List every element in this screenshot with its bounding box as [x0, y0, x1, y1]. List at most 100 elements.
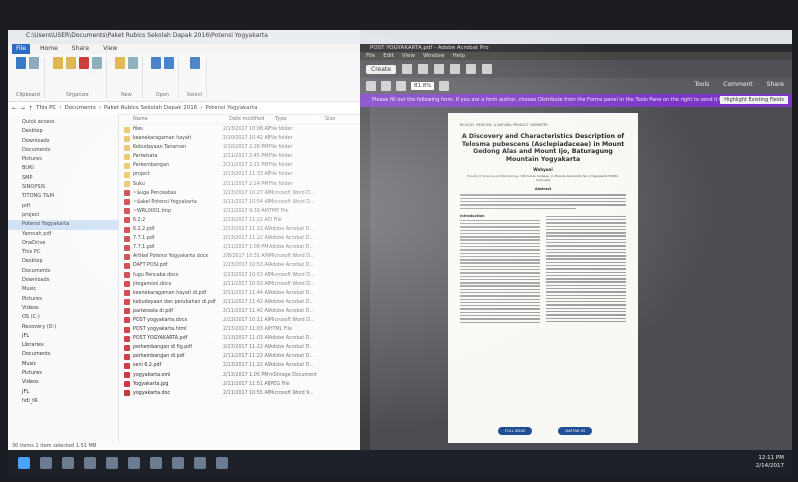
sidebar-item[interactable]: JFL: [8, 332, 118, 341]
sidebar-item[interactable]: BUKI: [8, 164, 118, 173]
breadcrumb-this-pc[interactable]: This PC: [36, 105, 56, 111]
file-row[interactable]: 6.2.2.pdf 2/13/2017 11:22 AM Adobe Acrobat…: [123, 225, 360, 234]
file-row[interactable]: 7.7.1.pdf 2/13/2017 11:22 AM Adobe Acrobat…: [123, 234, 360, 243]
file-explorer-icon[interactable]: [106, 457, 118, 469]
file-row[interactable]: POST yogyakarta.html 2/13/2017 11:03 AM HT…: [123, 325, 360, 334]
file-row[interactable]: perkembangan di.pdf 2/11/2017 11:22 AM Ado…: [123, 352, 360, 361]
sidebar-item[interactable]: Documents: [8, 350, 118, 359]
menu-edit[interactable]: Edit: [383, 52, 394, 60]
file-row[interactable]: keanekaragaman hayati di.pdf 2/11/2017 11…: [123, 289, 360, 298]
file-row[interactable]: yogyakarta.doc 2/11/2017 10:55 AM Microsof…: [123, 389, 360, 398]
sidebar-item[interactable]: Videos: [8, 304, 118, 313]
copy-to-icon[interactable]: [65, 57, 76, 69]
sidebar-item[interactable]: Libraries: [8, 341, 118, 350]
tab-file[interactable]: File: [12, 44, 31, 54]
store-icon[interactable]: [128, 457, 140, 469]
sidebar-item[interactable]: Downloads: [8, 276, 118, 285]
file-row[interactable]: POST YOGYAKARTA.pdf 2/13/2017 11:03 AM Ado…: [123, 334, 360, 343]
panel-tools[interactable]: Tools: [694, 81, 709, 88]
file-row[interactable]: Kebudayaan Tanaman 2/10/2017 2:26 PM File …: [123, 143, 360, 152]
file-row[interactable]: kebudayaan dan perubahan di.pdf 2/11/2017…: [123, 298, 360, 307]
windows-start-icon[interactable]: [18, 457, 30, 469]
sidebar-item[interactable]: TITONG T&M: [8, 192, 118, 201]
sidebar-item[interactable]: pdf: [8, 202, 118, 211]
file-row[interactable]: yogyakarta.eml 2/13/2017 1:05 PM mShrage D…: [123, 371, 360, 380]
email-icon[interactable]: [449, 64, 460, 74]
tab-home[interactable]: Home: [36, 44, 62, 54]
edge-browser-icon[interactable]: [84, 457, 96, 469]
file-row[interactable]: 6.2.2 2/13/2017 11:22 AM 3 File: [123, 216, 360, 225]
select-all-icon[interactable]: [189, 57, 200, 69]
column-date[interactable]: Date modified: [229, 114, 275, 124]
file-row[interactable]: keanekaragaman hayati 2/10/2017 10:42 AM F…: [123, 134, 360, 143]
paint-icon[interactable]: [216, 457, 228, 469]
menu-view[interactable]: View: [402, 52, 415, 60]
sidebar-item[interactable]: SMP: [8, 174, 118, 183]
fit-page-icon[interactable]: [439, 81, 450, 91]
delete-icon[interactable]: [78, 57, 89, 69]
highlight-fields-button[interactable]: Highlight Existing Fields: [720, 96, 788, 104]
sidebar-item[interactable]: This PC: [8, 248, 118, 257]
sidebar-item[interactable]: Music: [8, 285, 118, 294]
file-row[interactable]: DAFT POSI.pdf 2/13/2017 10:53 AM Adobe Acr…: [123, 261, 360, 270]
move-to-icon[interactable]: [52, 57, 63, 69]
column-size[interactable]: Size: [325, 114, 355, 124]
tab-view[interactable]: View: [99, 44, 121, 54]
sidebar-item[interactable]: Downloads: [8, 137, 118, 146]
acrobat-icon[interactable]: [194, 457, 206, 469]
properties-icon[interactable]: [150, 57, 161, 69]
menu-help[interactable]: Help: [453, 52, 466, 60]
file-row[interactable]: pariwisata di.pdf 2/11/2017 11:42 AM Adobe…: [123, 307, 360, 316]
back-arrow-icon[interactable]: ←: [12, 105, 17, 112]
panel-comment[interactable]: Comment: [723, 81, 752, 88]
sidebar-item[interactable]: SINOPSIS: [8, 183, 118, 192]
sidebar-item[interactable]: OS (C:): [8, 313, 118, 322]
rename-icon[interactable]: [91, 57, 102, 69]
open-icon[interactable]: [163, 57, 174, 69]
forward-arrow-icon[interactable]: →: [20, 105, 25, 112]
sidebar-item[interactable]: Documents: [8, 267, 118, 276]
file-row[interactable]: ~WRL0001.tmp 2/11/2017 9:39 AM TMP File: [123, 207, 360, 216]
file-row[interactable]: perkembangan di fig.pdf 2/13/2017 11:22 A…: [123, 343, 360, 352]
task-view-icon[interactable]: [62, 457, 74, 469]
navigation-side-pane[interactable]: [360, 107, 370, 450]
file-row[interactable]: Perkembangan 2/11/2017 2:21 PM File folder: [123, 161, 360, 170]
file-row[interactable]: jitogamoni.docx 2/11/2017 10:53 AM Microso…: [123, 280, 360, 289]
menu-file[interactable]: File: [366, 52, 375, 60]
sidebar-item[interactable]: Yamnah pdf: [8, 230, 118, 239]
sidebar-item[interactable]: JFL: [8, 388, 118, 397]
file-row[interactable]: ~$uga Penceabas 2/13/2017 10:27 AM Microso…: [123, 189, 360, 198]
breadcrumb-documents[interactable]: Documents: [64, 105, 95, 111]
menu-window[interactable]: Window: [423, 52, 445, 60]
sidebar-item[interactable]: Recovery (D:): [8, 323, 118, 332]
file-row[interactable]: project 2/13/2017 11:33 AM File folder: [123, 170, 360, 179]
sidebar-item[interactable]: Videos: [8, 378, 118, 387]
file-row[interactable]: Yogyakarta.jpg 2/11/2017 11:51 AM JPEG Fil…: [123, 380, 360, 389]
previous-page-icon[interactable]: [366, 81, 376, 91]
breadcrumb-current[interactable]: Potensi Yogyakarta: [205, 105, 257, 111]
sidebar-item[interactable]: Documents: [8, 146, 118, 155]
print-icon[interactable]: [433, 64, 444, 74]
document-area[interactable]: BIOLOGY, MEDICINE, & NATURAL PRODUCT CHE…: [360, 107, 792, 450]
sidebar-item[interactable]: hdl_tR: [8, 397, 118, 406]
sidebar-item[interactable]: Potensi Yogyakarta: [8, 220, 118, 230]
file-row[interactable]: ~$akel Potensi Yogyakarta 2/11/2017 10:54…: [123, 198, 360, 207]
file-row[interactable]: Artikel Potensi Yogyakarta docx 2/8/2017 …: [123, 252, 360, 261]
comment-icon[interactable]: [481, 64, 492, 74]
hand-tool-icon[interactable]: [396, 81, 406, 91]
new-item-icon[interactable]: [127, 57, 138, 69]
search-icon[interactable]: [40, 457, 52, 469]
open-file-icon[interactable]: [401, 64, 412, 74]
file-row[interactable]: Pariwisata 2/11/2017 2:45 PM File folder: [123, 152, 360, 161]
file-row[interactable]: fugu Pencaba.docx 2/13/2017 10:53 AM Micro…: [123, 271, 360, 280]
sidebar-item[interactable]: Music: [8, 360, 118, 369]
copy-path-icon[interactable]: [16, 57, 27, 69]
sidebar-item[interactable]: Desktop: [8, 257, 118, 266]
sidebar-item[interactable]: Quick access: [8, 118, 118, 127]
column-name[interactable]: Name: [123, 114, 229, 124]
system-tray[interactable]: 12:11 PM 2/14/2017: [756, 454, 784, 470]
paste-shortcut-icon[interactable]: [29, 57, 40, 69]
sidebar-item[interactable]: Pictures: [8, 155, 118, 164]
file-row[interactable]: 7.7.1.pdf 2/11/2017 1:08 PM Adobe Acrobat …: [123, 243, 360, 252]
sidebar-item[interactable]: Pictures: [8, 369, 118, 378]
